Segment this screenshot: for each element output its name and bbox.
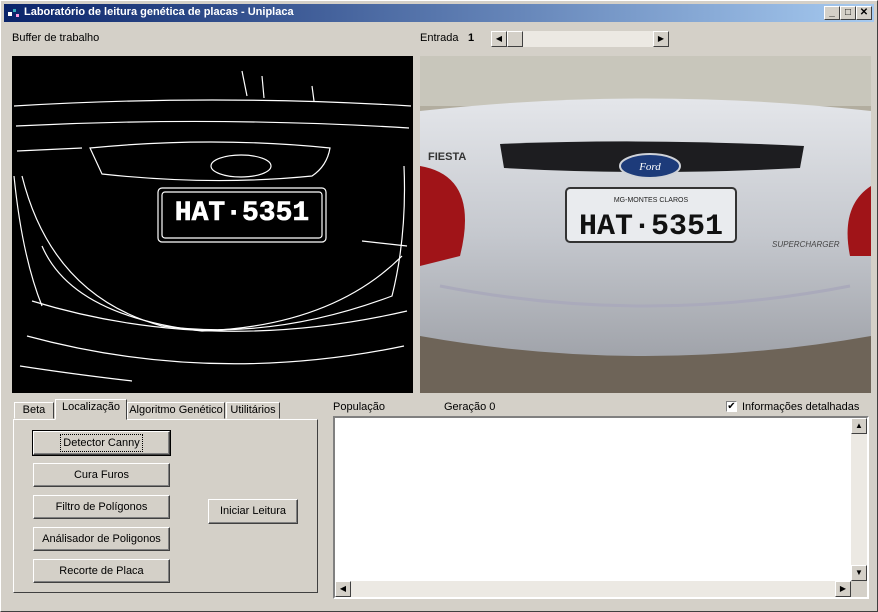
- maximize-button[interactable]: □: [840, 6, 856, 20]
- population-label: População: [333, 401, 385, 413]
- close-icon: ✕: [859, 7, 869, 18]
- details-label: Informações detalhadas: [742, 401, 860, 413]
- population-textarea[interactable]: ▲ ▼ ◀ ▶: [333, 416, 869, 599]
- detector-canny-button[interactable]: Detector Canny: [32, 430, 171, 456]
- arrow-left-icon: ◀: [339, 584, 347, 593]
- analisador-poligonos-button[interactable]: Análisador de Poligonos: [33, 527, 170, 551]
- main-window: Laboratório de leitura genética de placa…: [0, 0, 878, 612]
- app-icon: [8, 9, 19, 17]
- title-bar[interactable]: Laboratório de leitura genética de placa…: [4, 4, 874, 22]
- arrow-right-icon: ▶: [657, 34, 665, 43]
- tab-beta[interactable]: Beta: [14, 402, 54, 419]
- minimize-icon: _: [829, 7, 835, 18]
- entrada-scrollbar[interactable]: ◀ ▶: [491, 31, 669, 47]
- fiesta-badge: FIESTA: [428, 151, 466, 163]
- detector-canny-label: Detector Canny: [60, 434, 143, 452]
- vertical-scrollbar[interactable]: ▲ ▼: [851, 418, 867, 581]
- tab-localizacao[interactable]: Localização: [55, 399, 127, 420]
- generation-label: Geração 0: [444, 401, 496, 413]
- tab-algoritmo-genetico[interactable]: Algoritmo Genético: [127, 402, 225, 419]
- check-icon: ✔: [727, 401, 736, 412]
- horizontal-scrollbar[interactable]: ◀ ▶: [335, 581, 851, 597]
- cura-furos-button[interactable]: Cura Furos: [33, 463, 170, 487]
- hscroll-left-button[interactable]: ◀: [335, 581, 351, 597]
- maximize-icon: □: [844, 7, 852, 18]
- scroll-up-button[interactable]: ▲: [851, 418, 867, 434]
- scroll-right-button[interactable]: ▶: [653, 31, 669, 47]
- arrow-up-icon: ▲: [855, 421, 863, 430]
- hscroll-right-button[interactable]: ▶: [835, 581, 851, 597]
- tab-utilitarios[interactable]: Utilitários: [226, 402, 280, 419]
- arrow-left-icon: ◀: [495, 34, 503, 43]
- supercharger-badge: SUPERCHARGER: [772, 240, 840, 249]
- scroll-left-button[interactable]: ◀: [491, 31, 507, 47]
- window-title: Laboratório de leitura genética de placa…: [24, 6, 294, 18]
- ford-logo-text: Ford: [638, 161, 661, 173]
- scroll-thumb[interactable]: [507, 31, 523, 47]
- details-checkbox[interactable]: ✔: [726, 401, 737, 412]
- canny-edge-image: HAT·5351: [12, 56, 413, 393]
- scroll-down-button[interactable]: ▼: [851, 565, 867, 581]
- buffer-label: Buffer de trabalho: [12, 32, 100, 44]
- close-button[interactable]: ✕: [856, 6, 872, 20]
- scroll-corner: [851, 581, 867, 597]
- entrada-value: 1: [468, 32, 475, 44]
- recorte-placa-button[interactable]: Recorte de Placa: [33, 559, 170, 583]
- plate-city: MG-MONTES CLAROS: [614, 197, 689, 204]
- arrow-right-icon: ▶: [839, 584, 847, 593]
- arrow-down-icon: ▼: [855, 568, 863, 577]
- iniciar-leitura-button[interactable]: Iniciar Leitura: [208, 499, 298, 524]
- filtro-poligonos-button[interactable]: Filtro de Polígonos: [33, 495, 170, 519]
- car-photo: Ford MG-MONTES CLAROS HAT·5351 FIESTA SU…: [420, 56, 871, 393]
- minimize-button[interactable]: _: [824, 6, 840, 20]
- edge-plate-text: HAT·5351: [175, 198, 309, 229]
- plate-text: HAT·5351: [579, 210, 723, 244]
- entrada-label: Entrada: [420, 32, 459, 44]
